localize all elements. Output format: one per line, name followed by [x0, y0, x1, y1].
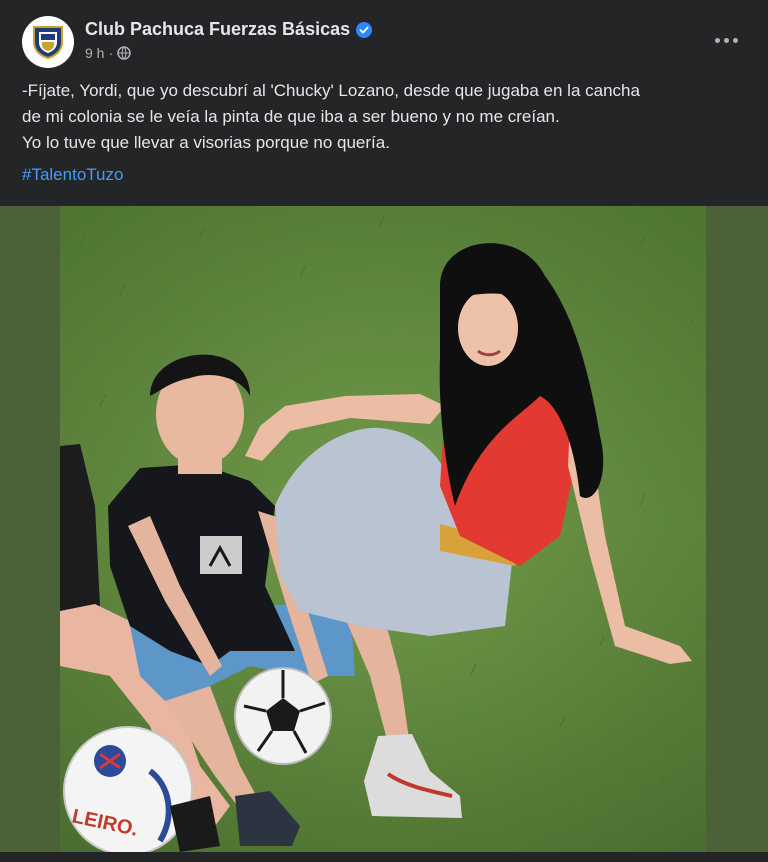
post-timestamp[interactable]: 9 h — [85, 45, 104, 61]
verified-badge-icon — [356, 21, 373, 38]
globe-icon[interactable] — [117, 46, 131, 60]
post-footer-edge — [0, 852, 768, 862]
post-header: Club Pachuca Fuerzas Básicas 9 h · — [22, 16, 746, 68]
post-text-line: -Fíjate, Yordi, que yo descubrí al 'Chuc… — [22, 81, 640, 100]
post-text: -Fíjate, Yordi, que yo descubrí al 'Chuc… — [22, 78, 750, 156]
photo-illustration: LEIRO. — [0, 206, 768, 862]
post-text-line: Yo lo tuve que llevar a visorias porque … — [22, 133, 390, 152]
meta-separator: · — [108, 45, 114, 61]
post-meta: 9 h · — [85, 45, 131, 61]
post-photo[interactable]: LEIRO. — [0, 206, 768, 862]
more-options-icon — [714, 37, 720, 43]
post-text-line: de mi colonia se le veía la pinta de que… — [22, 107, 560, 126]
more-options-button[interactable] — [706, 26, 746, 54]
page-name[interactable]: Club Pachuca Fuerzas Básicas — [85, 19, 350, 40]
more-dot — [732, 37, 738, 43]
hashtag-link[interactable]: #TalentoTuzo — [22, 165, 123, 185]
page-name-row: Club Pachuca Fuerzas Básicas — [85, 19, 373, 40]
club-crest-icon — [33, 26, 63, 60]
page-avatar[interactable] — [22, 16, 74, 68]
more-dot — [723, 37, 729, 43]
facebook-post: Club Pachuca Fuerzas Básicas 9 h · -Fíja… — [0, 0, 768, 862]
